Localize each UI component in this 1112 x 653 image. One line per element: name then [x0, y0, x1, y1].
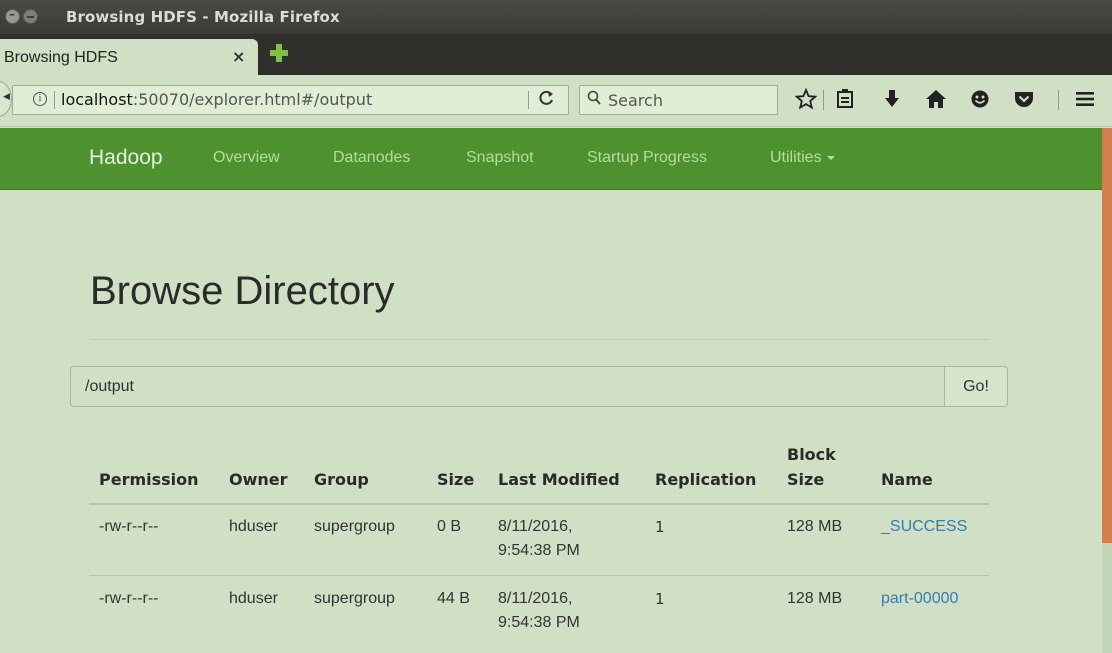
pocket-icon[interactable] — [1012, 88, 1036, 112]
window-titlebar: Browsing HDFS - Mozilla Firefox — [0, 0, 1112, 34]
col-header-group[interactable]: Group — [314, 467, 369, 492]
cell-permission: -rw-r--r-- — [99, 590, 159, 607]
col-header-block-size[interactable]: Block Size — [787, 442, 836, 492]
new-tab-plus-icon[interactable] — [270, 44, 288, 62]
cell-last-modified: 8/11/2016, 9:54:38 PM — [498, 587, 580, 635]
divider — [90, 339, 989, 340]
reading-list-icon[interactable] — [833, 88, 857, 112]
nav-datanodes[interactable]: Datanodes — [333, 149, 410, 167]
go-button[interactable]: Go! — [944, 366, 1008, 407]
toolbar-separator — [823, 90, 824, 110]
download-icon[interactable] — [880, 88, 904, 112]
toolbar-separator — [1058, 90, 1059, 110]
nav-overview[interactable]: Overview — [213, 149, 280, 167]
menu-icon[interactable] — [1073, 88, 1097, 112]
tab-close-icon[interactable]: × — [232, 47, 245, 66]
window-minimize-button[interactable] — [23, 9, 38, 24]
tab-strip: Browsing HDFS × — [0, 34, 1112, 75]
cell-last-modified: 8/11/2016, 9:54:38 PM — [498, 515, 580, 563]
search-icon — [587, 90, 601, 106]
page-content: Hadoop Overview Datanodes Snapshot Start… — [0, 128, 1102, 653]
url-bar[interactable]: i localhost:50070/explorer.html#/output — [12, 85, 569, 115]
cell-last-modified-time: 9:54:38 PM — [498, 542, 580, 559]
cell-replication: 1 — [655, 518, 665, 536]
col-header-block-size-line2: Size — [787, 470, 825, 489]
nav-snapshot[interactable]: Snapshot — [466, 149, 534, 167]
cell-replication: 1 — [655, 590, 665, 608]
window-close-button[interactable] — [5, 7, 20, 24]
col-header-last-modified[interactable]: Last Modified — [498, 467, 620, 492]
back-button[interactable]: ◀ — [0, 81, 12, 117]
scrollbar-thumb[interactable] — [1102, 128, 1112, 543]
url-separator — [54, 91, 55, 109]
nav-startup-progress[interactable]: Startup Progress — [587, 149, 707, 167]
cell-block-size: 128 MB — [787, 518, 843, 535]
page-scrollbar[interactable] — [1102, 128, 1112, 653]
back-arrow-icon: ◀ — [3, 92, 10, 102]
reload-icon[interactable] — [539, 89, 555, 111]
page-title: Browse Directory — [90, 269, 395, 313]
tab-title: Browsing HDFS — [4, 49, 118, 66]
cell-size: 44 B — [437, 590, 470, 607]
url-text[interactable]: localhost:50070/explorer.html#/output — [61, 90, 372, 109]
header-row-divider — [89, 503, 989, 505]
cell-owner: hduser — [229, 590, 278, 607]
file-link-success[interactable]: _SUCCESS — [881, 518, 967, 535]
row-divider — [89, 575, 989, 576]
cell-last-modified-date: 8/11/2016, — [498, 518, 573, 535]
col-header-block-size-line1: Block — [787, 445, 836, 464]
home-icon[interactable] — [924, 88, 948, 112]
cell-last-modified-date: 8/11/2016, — [498, 590, 573, 607]
col-header-size[interactable]: Size — [437, 467, 474, 492]
nav-utilities-label: Utilities — [770, 149, 822, 166]
col-header-replication[interactable]: Replication — [655, 467, 756, 492]
url-host: localhost — [61, 90, 133, 109]
col-header-name[interactable]: Name — [881, 467, 933, 492]
hadoop-navbar: Hadoop Overview Datanodes Snapshot Start… — [0, 128, 1102, 190]
cell-permission: -rw-r--r-- — [99, 518, 159, 535]
hello-icon[interactable] — [968, 88, 992, 112]
star-icon[interactable] — [794, 87, 818, 112]
search-input[interactable] — [608, 90, 768, 110]
col-header-owner[interactable]: Owner — [229, 467, 288, 492]
site-info-icon[interactable]: i — [33, 92, 47, 106]
window-title: Browsing HDFS - Mozilla Firefox — [66, 8, 340, 26]
cell-size: 0 B — [437, 518, 462, 535]
url-path: :50070/explorer.html#/output — [132, 90, 373, 109]
nav-utilities-dropdown[interactable]: Utilities — [770, 149, 835, 167]
tab-browsing-hdfs[interactable]: Browsing HDFS × — [0, 39, 258, 75]
cell-group: supergroup — [314, 590, 395, 607]
search-bar[interactable] — [579, 85, 778, 115]
cell-last-modified-time: 9:54:38 PM — [498, 614, 580, 631]
cell-block-size: 128 MB — [787, 590, 843, 607]
reload-separator — [528, 91, 529, 109]
col-header-permission[interactable]: Permission — [99, 467, 199, 492]
directory-path-input[interactable] — [70, 366, 945, 407]
navigation-toolbar: ◀ i localhost:50070/explorer.html#/outpu… — [0, 75, 1112, 127]
cell-group: supergroup — [314, 518, 395, 535]
caret-down-icon — [826, 155, 835, 160]
cell-owner: hduser — [229, 518, 278, 535]
brand-logo[interactable]: Hadoop — [89, 146, 163, 170]
file-link-part-00000[interactable]: part-00000 — [881, 590, 958, 607]
